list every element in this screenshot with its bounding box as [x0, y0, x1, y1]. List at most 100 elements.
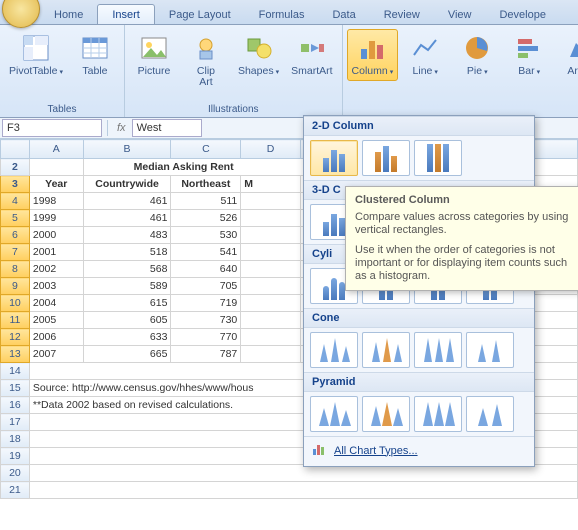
- cell[interactable]: 526: [171, 210, 241, 227]
- row-header[interactable]: 19: [1, 448, 30, 465]
- table-button[interactable]: Table: [70, 29, 120, 80]
- cell[interactable]: 461: [83, 193, 171, 210]
- cell[interactable]: 2002: [29, 261, 83, 278]
- cell[interactable]: [241, 329, 301, 346]
- cell[interactable]: [241, 295, 301, 312]
- cell[interactable]: [241, 346, 301, 363]
- cell[interactable]: 633: [83, 329, 171, 346]
- cell[interactable]: 518: [83, 244, 171, 261]
- cell[interactable]: 2000: [29, 227, 83, 244]
- bar-chart-button[interactable]: Bar: [504, 29, 554, 81]
- picture-button[interactable]: Picture: [129, 29, 179, 80]
- chart-type-cone-3[interactable]: [414, 332, 462, 368]
- row-header[interactable]: 17: [1, 414, 30, 431]
- cell[interactable]: 483: [83, 227, 171, 244]
- fx-icon[interactable]: fx: [111, 122, 132, 134]
- cell[interactable]: 615: [83, 295, 171, 312]
- cell[interactable]: 640: [171, 261, 241, 278]
- cell[interactable]: 530: [171, 227, 241, 244]
- name-box[interactable]: F3: [2, 119, 102, 137]
- tab-page-layout[interactable]: Page Layout: [155, 5, 245, 24]
- smartart-button[interactable]: SmartArt: [286, 29, 337, 80]
- chart-type-pyramid-1[interactable]: [310, 396, 358, 432]
- tab-formulas[interactable]: Formulas: [245, 5, 319, 24]
- row-header[interactable]: 7: [1, 244, 30, 261]
- row-header[interactable]: 9: [1, 278, 30, 295]
- cell[interactable]: 1999: [29, 210, 83, 227]
- cell-header-m[interactable]: M: [241, 176, 301, 193]
- cell[interactable]: 719: [171, 295, 241, 312]
- col-header-b[interactable]: B: [83, 140, 171, 159]
- row-header[interactable]: 5: [1, 210, 30, 227]
- cell-header-countrywide[interactable]: Countrywide: [83, 176, 171, 193]
- chart-type-cone-1[interactable]: [310, 332, 358, 368]
- tab-data[interactable]: Data: [318, 5, 369, 24]
- column-chart-button[interactable]: Column: [347, 29, 399, 81]
- row-header[interactable]: 11: [1, 312, 30, 329]
- line-chart-button[interactable]: Line: [400, 29, 450, 81]
- cell[interactable]: 568: [83, 261, 171, 278]
- row-header[interactable]: 8: [1, 261, 30, 278]
- chart-type-pyramid-3[interactable]: [414, 396, 462, 432]
- cell[interactable]: 2004: [29, 295, 83, 312]
- cell[interactable]: [241, 227, 301, 244]
- chart-type-cone-2[interactable]: [362, 332, 410, 368]
- pie-chart-button[interactable]: Pie: [452, 29, 502, 81]
- row-header[interactable]: 13: [1, 346, 30, 363]
- cell[interactable]: [29, 482, 577, 499]
- chart-type-pyramid-2[interactable]: [362, 396, 410, 432]
- cell-header-northeast[interactable]: Northeast: [171, 176, 241, 193]
- area-chart-button[interactable]: Area: [556, 29, 578, 81]
- cell-header-year[interactable]: Year: [29, 176, 83, 193]
- cell[interactable]: 2001: [29, 244, 83, 261]
- tab-view[interactable]: View: [434, 5, 486, 24]
- chart-type-pyramid-4[interactable]: [466, 396, 514, 432]
- cell[interactable]: 2007: [29, 346, 83, 363]
- col-header-a[interactable]: A: [29, 140, 83, 159]
- cell[interactable]: 541: [171, 244, 241, 261]
- row-header[interactable]: 10: [1, 295, 30, 312]
- chart-type-stacked-column[interactable]: [362, 140, 410, 176]
- cell[interactable]: 787: [171, 346, 241, 363]
- row-header[interactable]: 21: [1, 482, 30, 499]
- row-header[interactable]: 16: [1, 397, 30, 414]
- tab-home[interactable]: Home: [40, 5, 97, 24]
- clipart-button[interactable]: Clip Art: [181, 29, 231, 91]
- cell[interactable]: 2005: [29, 312, 83, 329]
- row-header[interactable]: 12: [1, 329, 30, 346]
- tab-developer[interactable]: Develope: [485, 5, 559, 24]
- cell[interactable]: [241, 261, 301, 278]
- cell[interactable]: [241, 210, 301, 227]
- select-all-corner[interactable]: [1, 140, 30, 159]
- cell[interactable]: 1998: [29, 193, 83, 210]
- cell[interactable]: 511: [171, 193, 241, 210]
- col-header-d[interactable]: D: [241, 140, 301, 159]
- cell[interactable]: 605: [83, 312, 171, 329]
- row-header[interactable]: 2: [1, 159, 30, 176]
- col-header-c[interactable]: C: [171, 140, 241, 159]
- cell[interactable]: 2003: [29, 278, 83, 295]
- cell[interactable]: [241, 278, 301, 295]
- pivottable-button[interactable]: PivotTable: [4, 29, 68, 81]
- cell[interactable]: [29, 159, 83, 176]
- tab-review[interactable]: Review: [370, 5, 434, 24]
- all-chart-types-button[interactable]: All Chart Types...: [304, 436, 534, 464]
- cell[interactable]: 730: [171, 312, 241, 329]
- cell[interactable]: [29, 465, 577, 482]
- cell[interactable]: 665: [83, 346, 171, 363]
- cell[interactable]: 705: [171, 278, 241, 295]
- cell[interactable]: 2006: [29, 329, 83, 346]
- tab-insert[interactable]: Insert: [97, 4, 155, 24]
- row-header[interactable]: 4: [1, 193, 30, 210]
- chart-type-100-stacked-column[interactable]: [414, 140, 462, 176]
- row-header[interactable]: 14: [1, 363, 30, 380]
- formula-input[interactable]: West: [132, 119, 202, 137]
- row-header[interactable]: 6: [1, 227, 30, 244]
- row-header[interactable]: 18: [1, 431, 30, 448]
- row-header[interactable]: 15: [1, 380, 30, 397]
- chart-type-cone-4[interactable]: [466, 332, 514, 368]
- row-header[interactable]: 3: [1, 176, 30, 193]
- cell[interactable]: 461: [83, 210, 171, 227]
- cell[interactable]: 770: [171, 329, 241, 346]
- cell[interactable]: [241, 244, 301, 261]
